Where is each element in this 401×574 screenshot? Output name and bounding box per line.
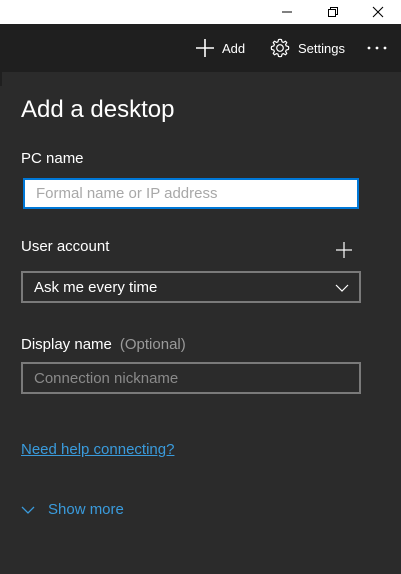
- optional-label: (Optional): [119, 336, 186, 353]
- pc-name-label: PC name: [21, 150, 84, 167]
- help-link[interactable]: Need help connecting?: [21, 441, 174, 458]
- panel-edge: [0, 72, 2, 86]
- user-account-value: Ask me every time: [34, 278, 158, 296]
- chevron-down-icon: [21, 506, 35, 514]
- restore-button[interactable]: [310, 0, 356, 24]
- minimize-button[interactable]: [264, 0, 310, 24]
- display-name-label-text: Display name: [21, 336, 112, 353]
- add-button[interactable]: Add: [195, 37, 245, 59]
- restore-icon: [328, 7, 338, 17]
- window-titlebar: [0, 0, 401, 24]
- plus-icon: [196, 39, 214, 57]
- settings-label: Settings: [298, 40, 345, 56]
- more-icon: [367, 46, 387, 50]
- user-account-select[interactable]: Ask me every time: [21, 271, 361, 303]
- add-user-account-button[interactable]: [334, 240, 354, 260]
- close-icon: [372, 6, 384, 18]
- show-more-button[interactable]: Show more: [21, 501, 124, 518]
- gear-icon: [270, 38, 290, 58]
- display-name-label: Display name (Optional): [21, 336, 186, 353]
- show-more-label: Show more: [48, 501, 124, 518]
- add-desktop-panel: [0, 72, 401, 574]
- pc-name-input[interactable]: Formal name or IP address: [23, 178, 359, 209]
- chevron-down-icon: [335, 284, 349, 292]
- close-button[interactable]: [355, 0, 401, 24]
- user-account-label: User account: [21, 238, 110, 255]
- page-title: Add a desktop: [21, 96, 175, 123]
- pc-name-placeholder: Formal name or IP address: [36, 185, 218, 202]
- settings-button[interactable]: Settings: [269, 37, 345, 59]
- add-label: Add: [222, 40, 246, 56]
- display-name-placeholder: Connection nickname: [34, 369, 179, 387]
- minimize-icon: [282, 11, 292, 13]
- display-name-input[interactable]: Connection nickname: [21, 362, 361, 394]
- more-options-button[interactable]: [366, 37, 388, 59]
- app-toolbar: Add Settings: [0, 24, 401, 72]
- plus-icon: [336, 242, 352, 258]
